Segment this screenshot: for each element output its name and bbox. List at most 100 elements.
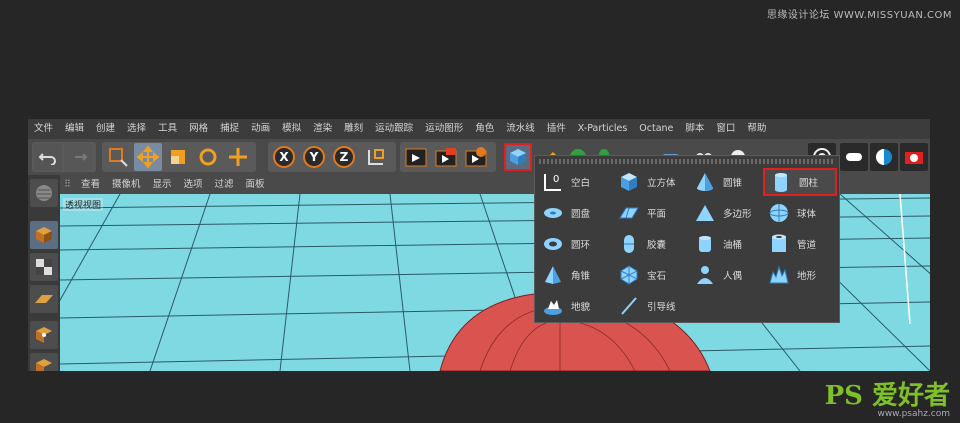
palette-item-label: 地貌 — [571, 302, 591, 313]
y-axis-button[interactable]: Y — [300, 143, 328, 171]
menu-window[interactable]: 窗口 — [710, 119, 741, 139]
make-editable-icon — [36, 185, 52, 201]
viewport-menu-options[interactable]: 选项 — [178, 175, 209, 194]
viewport-menu-panel[interactable]: 面板 — [240, 175, 271, 194]
menu-render[interactable]: 渲染 — [307, 119, 338, 139]
viewport-menu-camera[interactable]: 摄像机 — [106, 175, 147, 194]
menu-edit[interactable]: 编辑 — [59, 119, 90, 139]
figure-icon — [693, 263, 717, 287]
render-picture-viewer-icon — [435, 148, 457, 167]
redo-button[interactable] — [64, 143, 92, 171]
z-axis-button[interactable]: Z — [330, 143, 358, 171]
texture-mode-button[interactable] — [30, 253, 58, 281]
menu-mesh[interactable]: 网格 — [183, 119, 214, 139]
cylinder-icon — [769, 170, 793, 194]
palette-item-label: 多边形 — [723, 209, 752, 220]
x-axis-button[interactable]: X — [270, 143, 298, 171]
octane-light-button[interactable] — [840, 143, 868, 171]
palette-item-plane[interactable]: 平面 — [613, 199, 687, 227]
octane-light-icon — [846, 153, 862, 161]
menu-plugins[interactable]: 插件 — [541, 119, 572, 139]
palette-item-figure[interactable]: 人偶 — [689, 261, 763, 289]
palette-item-landscape[interactable]: 地貌 — [537, 292, 611, 320]
rotate-tool-button[interactable] — [194, 143, 222, 171]
palette-item-tube[interactable]: 管道 — [763, 230, 837, 258]
palette-item-sphere[interactable]: 球体 — [763, 199, 837, 227]
menu-character[interactable]: 角色 — [469, 119, 500, 139]
palette-item-oil-tank[interactable]: 油桶 — [689, 230, 763, 258]
palette-item-gem[interactable]: 宝石 — [613, 261, 687, 289]
workplane-icon — [35, 295, 53, 303]
menu-snap[interactable]: 捕捉 — [214, 119, 245, 139]
palette-grip[interactable] — [539, 159, 835, 164]
edges-mode-button[interactable] — [30, 353, 58, 371]
tube-icon — [767, 232, 791, 256]
move-tool-button[interactable] — [134, 143, 162, 171]
undo-button[interactable] — [34, 143, 62, 171]
palette-item-label: 角锥 — [571, 271, 591, 282]
menu-mograph[interactable]: 运动图形 — [419, 119, 469, 139]
viewport-menu-view[interactable]: 查看 — [75, 175, 106, 194]
palette-item-guide-line[interactable]: 引导线 — [613, 292, 687, 320]
menu-octane[interactable]: Octane — [633, 119, 679, 139]
transform-tool-button[interactable] — [224, 143, 252, 171]
viewport-grip[interactable]: ⠿ — [60, 175, 75, 194]
palette-item-capsule[interactable]: 胶囊 — [613, 230, 687, 258]
plane-icon — [617, 201, 641, 225]
palette-item-relief[interactable]: 地形 — [763, 261, 837, 289]
menu-pipeline[interactable]: 流水线 — [500, 119, 541, 139]
menu-animate[interactable]: 动画 — [245, 119, 276, 139]
palette-item-label: 胶囊 — [647, 240, 667, 251]
redo-icon — [75, 153, 88, 161]
render-view-button[interactable] — [402, 143, 430, 171]
palette-item-torus[interactable]: 圆环 — [537, 230, 611, 258]
points-mode-button[interactable] — [30, 321, 58, 349]
viewport-menu-display[interactable]: 显示 — [147, 175, 178, 194]
viewport-menu-filter[interactable]: 过滤 — [209, 175, 240, 194]
pyramid-icon — [541, 263, 565, 287]
transform-icon — [229, 148, 247, 166]
render-settings-button[interactable] — [462, 143, 490, 171]
palette-item-label: 圆柱 — [799, 178, 819, 189]
palette-item-polygon[interactable]: 多边形 — [689, 199, 763, 227]
guide-line-icon — [617, 294, 641, 318]
octane-camera-button[interactable] — [900, 143, 928, 171]
watermark-top: 思缘设计论坛 WWW.MISSYUAN.COM — [766, 10, 952, 21]
palette-item-label: 平面 — [647, 209, 667, 220]
menu-file[interactable]: 文件 — [28, 119, 59, 139]
palette-item-cylinder[interactable]: 圆柱 — [763, 168, 837, 196]
x-axis-icon: X — [273, 146, 295, 168]
palette-item-label: 宝石 — [647, 271, 667, 282]
palette-item-label: 圆盘 — [571, 209, 591, 220]
octane-material-icon — [876, 149, 892, 165]
palette-item-null[interactable]: 0 空白 — [537, 168, 611, 196]
cone-icon — [693, 170, 717, 194]
scale-tool-button[interactable] — [164, 143, 192, 171]
palette-item-disc[interactable]: 圆盘 — [537, 199, 611, 227]
menu-tools[interactable]: 工具 — [152, 119, 183, 139]
octane-material-button[interactable] — [870, 143, 898, 171]
cube-object-button[interactable] — [504, 143, 532, 171]
menu-sculpt[interactable]: 雕刻 — [338, 119, 369, 139]
primitive-object-palette: 0 空白 圆盘 圆环 角锥 地貌 立方体 平面 胶囊 宝石 引导线 圆锥 多边形… — [534, 155, 840, 323]
menu-select[interactable]: 选择 — [121, 119, 152, 139]
live-select-button[interactable] — [104, 143, 132, 171]
palette-item-pyramid[interactable]: 角锥 — [537, 261, 611, 289]
palette-item-label: 圆环 — [571, 240, 591, 251]
menu-x-particles[interactable]: X-Particles — [572, 119, 634, 139]
menu-motion-tracking[interactable]: 运动跟踪 — [369, 119, 419, 139]
coordinate-system-button[interactable] — [362, 143, 390, 171]
palette-item-cone[interactable]: 圆锥 — [689, 168, 763, 196]
sphere-icon — [767, 201, 791, 225]
menu-script[interactable]: 脚本 — [679, 119, 710, 139]
menu-simulate[interactable]: 模拟 — [276, 119, 307, 139]
watermark-logo: PS 爱好者 www.psahz.com — [824, 381, 950, 419]
palette-item-cube[interactable]: 立方体 — [613, 168, 687, 196]
menu-help[interactable]: 帮助 — [741, 119, 772, 139]
gem-icon — [617, 263, 641, 287]
workplane-mode-button[interactable] — [30, 285, 58, 313]
render-to-picture-viewer-button[interactable] — [432, 143, 460, 171]
menu-create[interactable]: 创建 — [90, 119, 121, 139]
model-mode-button[interactable] — [30, 221, 58, 249]
make-editable-button[interactable] — [30, 179, 58, 207]
